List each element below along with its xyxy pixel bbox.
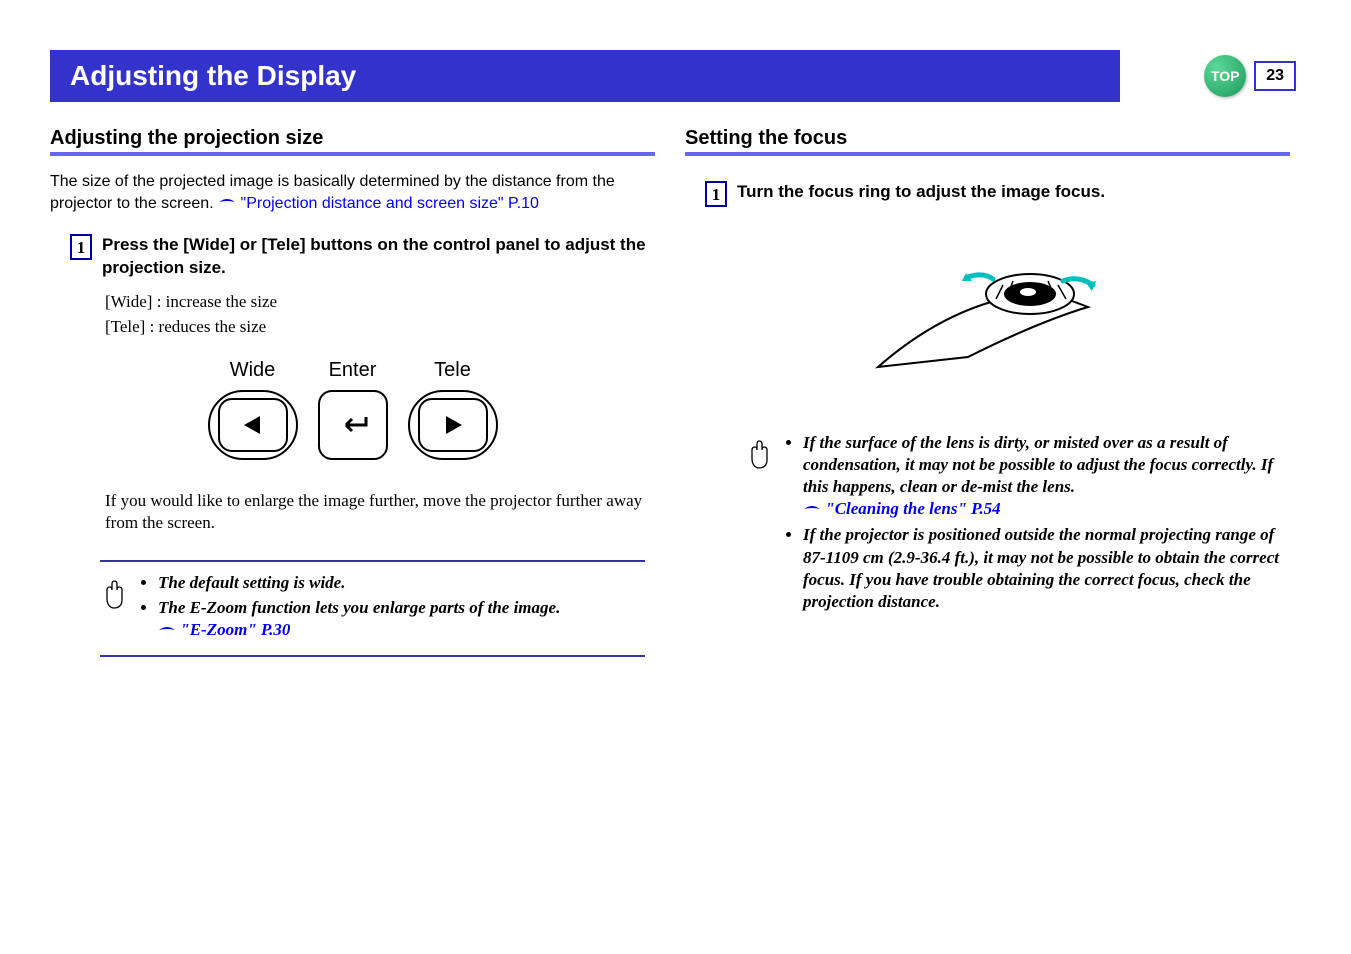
wide-label: Wide	[208, 359, 298, 382]
tip-hand-icon	[100, 572, 128, 645]
page-title-bar: Adjusting the Display	[50, 50, 1120, 102]
step-instruction: Turn the focus ring to adjust the image …	[737, 181, 1105, 207]
right-tip1-text: If the surface of the lens is dirty, or …	[803, 433, 1273, 496]
right-tip2: If the projector is positioned outside t…	[803, 524, 1280, 612]
enter-label: Enter	[318, 359, 388, 382]
heading-underline	[50, 152, 655, 156]
pointer-icon	[158, 620, 176, 642]
tip2-link[interactable]: "E-Zoom" P.30	[180, 620, 290, 639]
tele-button-diagram: Tele	[408, 359, 498, 460]
wide-triangle-icon	[218, 398, 288, 452]
pointer-icon	[803, 499, 821, 521]
tip-box-right: If the surface of the lens is dirty, or …	[745, 432, 1280, 616]
enter-button-outline	[318, 390, 388, 460]
top-icon[interactable]: TOP	[1204, 55, 1246, 97]
tip-list-right: If the surface of the lens is dirty, or …	[785, 432, 1280, 616]
tip2-text: The E-Zoom function lets you enlarge par…	[158, 598, 560, 617]
enter-arrow-icon	[338, 415, 368, 435]
right-heading: Setting the focus	[685, 127, 1290, 150]
tip-box-left: The default setting is wide. The E-Zoom …	[100, 560, 645, 657]
definitions-block: [Wide] : increase the size [Tele] : redu…	[50, 290, 655, 339]
enter-button-diagram: Enter	[318, 359, 388, 460]
focus-ring-diagram	[685, 237, 1290, 392]
tip-list-left: The default setting is wide. The E-Zoom …	[140, 572, 560, 645]
followup-text: If you would like to enlarge the image f…	[50, 490, 655, 534]
intro-paragraph: The size of the projected image is basic…	[50, 171, 655, 214]
tele-triangle-icon	[418, 398, 488, 452]
left-column: Adjusting the projection size The size o…	[50, 127, 655, 657]
top-badge-group: TOP 23	[1204, 55, 1296, 97]
control-panel-diagram: Wide Enter Tele	[50, 359, 655, 460]
procedure-step: 1 Press the [Wide] or [Tele] buttons on …	[50, 234, 655, 280]
left-heading: Adjusting the projection size	[50, 127, 655, 150]
tele-button-outline	[408, 390, 498, 460]
page-number: 23	[1254, 61, 1296, 91]
procedure-step-right: 1 Turn the focus ring to adjust the imag…	[685, 181, 1290, 207]
page-title: Adjusting the Display	[70, 60, 356, 91]
right-tip1-link[interactable]: "Cleaning the lens" P.54	[825, 499, 1000, 518]
tip2-item: The E-Zoom function lets you enlarge par…	[158, 597, 560, 642]
right-tip1-item: If the surface of the lens is dirty, or …	[803, 432, 1280, 521]
tip-hand-icon	[745, 432, 773, 616]
step-number-box: 1	[70, 234, 92, 260]
wide-button-diagram: Wide	[208, 359, 298, 460]
tele-label: Tele	[408, 359, 498, 382]
step-instruction: Press the [Wide] or [Tele] buttons on th…	[102, 234, 655, 280]
right-column: Setting the focus 1 Turn the focus ring …	[685, 127, 1290, 657]
def-tele: [Tele] : reduces the size	[105, 315, 655, 340]
top-label: TOP	[1211, 68, 1240, 84]
def-wide: [Wide] : increase the size	[105, 290, 655, 315]
pointer-icon	[218, 193, 236, 215]
heading-underline	[685, 152, 1290, 156]
intro-link[interactable]: "Projection distance and screen size" P.…	[241, 195, 539, 212]
tip1: The default setting is wide.	[158, 572, 560, 594]
wide-button-outline	[208, 390, 298, 460]
step-number-box: 1	[705, 181, 727, 207]
